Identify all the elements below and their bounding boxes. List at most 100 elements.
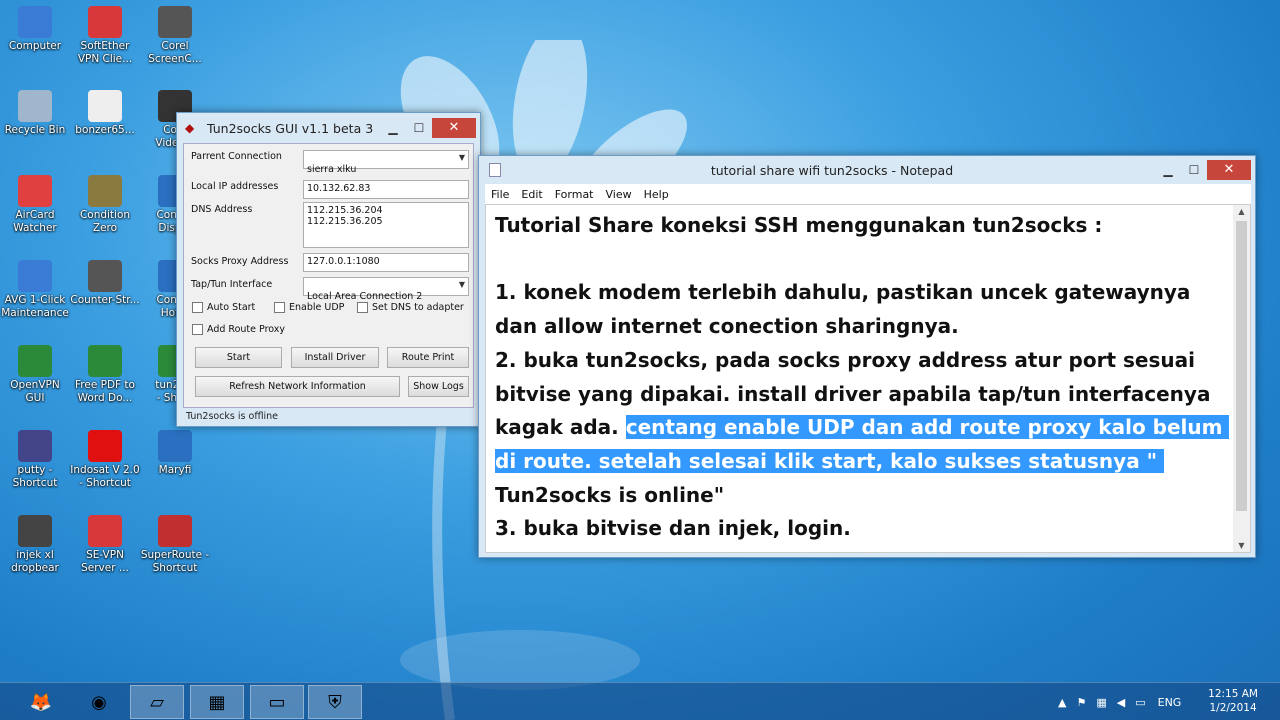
- notepad-icon[interactable]: ▱: [130, 685, 184, 719]
- video-editor-icon[interactable]: ▦: [190, 685, 244, 719]
- show-logs-button[interactable]: Show Logs: [408, 376, 469, 397]
- firefox-icon[interactable]: 🦊: [14, 685, 68, 719]
- minimize-button[interactable]: ▁: [1155, 160, 1181, 180]
- desktop-icon-label: SE-VPN Server ...: [81, 549, 129, 574]
- desktop-icon[interactable]: OpenVPN GUI: [0, 345, 70, 405]
- flag-icon[interactable]: ⚑: [1076, 696, 1086, 709]
- desktop-icon[interactable]: Free PDF to Word Do...: [70, 345, 140, 405]
- close-button[interactable]: ✕: [432, 118, 476, 138]
- desktop-icon-label: injek xl dropbear: [11, 549, 59, 574]
- close-button[interactable]: ✕: [1207, 160, 1251, 180]
- scroll-down-icon[interactable]: ▼: [1233, 541, 1250, 550]
- desktop-icon-label: OpenVPN GUI: [10, 379, 60, 404]
- desktop-icon[interactable]: Condition Zero: [70, 175, 140, 235]
- desktop-icon[interactable]: bonzer65...: [70, 90, 140, 137]
- menu-edit[interactable]: Edit: [515, 188, 548, 201]
- set-dns-checkbox[interactable]: Set DNS to adapter: [357, 302, 464, 313]
- text-unselected-end: Tun2socks is online" 3. buka bitvise dan…: [495, 482, 851, 541]
- desktop-icon-label: Maryfi: [158, 464, 192, 476]
- refresh-network-button[interactable]: Refresh Network Information: [195, 376, 400, 397]
- desktop-icon[interactable]: SuperRoute - Shortcut: [140, 515, 210, 575]
- menu-format[interactable]: Format: [549, 188, 600, 201]
- network-icon[interactable]: ▦: [1096, 696, 1106, 709]
- checkbox-box[interactable]: [357, 302, 368, 313]
- desktop-icon[interactable]: Computer: [0, 6, 70, 53]
- desktop-icon[interactable]: SoftEther VPN Clie...: [70, 6, 140, 66]
- desktop-icon-label: SuperRoute - Shortcut: [140, 549, 210, 574]
- battery-icon[interactable]: ▭: [1135, 696, 1145, 709]
- chrome-icon[interactable]: ◉: [72, 685, 126, 719]
- checkbox-box[interactable]: [192, 302, 203, 313]
- menu-file[interactable]: File: [485, 188, 515, 201]
- notepad-editor[interactable]: Tutorial Share koneksi SSH menggunakan t…: [485, 204, 1251, 553]
- route-print-button[interactable]: Route Print: [387, 347, 469, 368]
- parent-connection-select[interactable]: sierra xlku ▼: [303, 150, 469, 175]
- dns-field[interactable]: 112.215.36.204 112.215.36.205: [303, 202, 469, 248]
- taskbar: 🦊 ◉ ▱ ▦ ▭ ⛨ ▲ ⚑ ▦ ◀ ▭ ENG 12:15 AM 1/2/2014: [0, 682, 1280, 720]
- desktop-icon[interactable]: injek xl dropbear: [0, 515, 70, 575]
- game-icon: [88, 175, 122, 207]
- add-route-label: Add Route Proxy: [207, 324, 286, 335]
- notepad-titlebar[interactable]: tutorial share wifi tun2socks - Notepad …: [479, 156, 1255, 184]
- tap-tun-label: Tap/Tun Interface: [191, 279, 273, 290]
- indosat-icon: [88, 430, 122, 462]
- desktop-icon[interactable]: Corel ScreenC...: [140, 6, 210, 66]
- socks-proxy-field[interactable]: 127.0.0.1:1080: [303, 253, 469, 272]
- minimize-button[interactable]: ▁: [380, 118, 406, 138]
- tun2socks-window: ◆ Tun2socks GUI v1.1 beta 3 ▁ ☐ ✕ Parren…: [176, 112, 481, 427]
- maximize-button[interactable]: ☐: [406, 118, 432, 138]
- clock-date: 1/2/2014: [1209, 702, 1257, 714]
- editor-text[interactable]: Tutorial Share koneksi SSH menggunakan t…: [495, 209, 1230, 546]
- notepad-title: tutorial share wifi tun2socks - Notepad: [710, 162, 954, 178]
- auto-start-checkbox[interactable]: Auto Start: [192, 302, 255, 313]
- scroll-up-icon[interactable]: ▲: [1233, 207, 1250, 216]
- openvpn-icon: [18, 345, 52, 377]
- parent-connection-label: Parrent Connection: [191, 151, 282, 162]
- enable-udp-checkbox[interactable]: Enable UDP: [274, 302, 344, 313]
- desktop-icon-label: SoftEther VPN Clie...: [77, 40, 133, 65]
- desktop-icon[interactable]: Maryfi: [140, 430, 210, 477]
- enable-udp-label: Enable UDP: [289, 302, 345, 313]
- desktop-icon[interactable]: AirCard Watcher: [0, 175, 70, 235]
- show-hidden-icon[interactable]: ▲: [1058, 696, 1066, 709]
- desktop-icon[interactable]: AVG 1-Click Maintenance: [0, 260, 70, 320]
- clock[interactable]: 12:15 AM 1/2/2014: [1208, 687, 1258, 715]
- parent-connection-value: sierra xlku: [307, 164, 357, 175]
- desktop-icon[interactable]: SE-VPN Server ...: [70, 515, 140, 575]
- vertical-scrollbar[interactable]: ▲ ▼: [1233, 205, 1250, 552]
- shield-icon[interactable]: ⛨: [308, 685, 362, 719]
- desktop-icon[interactable]: Counter-Str...: [70, 260, 140, 307]
- system-tray: ▲ ⚑ ▦ ◀ ▭ ENG: [1058, 683, 1181, 720]
- volume-icon[interactable]: ◀: [1117, 696, 1125, 709]
- app-shield-icon: ◆: [185, 121, 195, 135]
- maximize-button[interactable]: ☐: [1181, 160, 1207, 180]
- desktop-icon-label: Computer: [8, 40, 62, 52]
- chevron-down-icon: ▼: [458, 280, 465, 289]
- language-indicator[interactable]: ENG: [1158, 696, 1182, 709]
- notepad-icon: [489, 163, 501, 177]
- tap-tun-value: Local Area Connection 2: [307, 291, 423, 302]
- desktop-icon[interactable]: Recycle Bin: [0, 90, 70, 137]
- add-route-checkbox[interactable]: Add Route Proxy: [192, 324, 285, 335]
- desktop-icon-label: Free PDF to Word Do...: [75, 379, 135, 404]
- desktop-icon[interactable]: putty - Shortcut: [0, 430, 70, 490]
- tun2socks-client-area: Parrent Connection sierra xlku ▼ Local I…: [183, 143, 474, 408]
- checkbox-box[interactable]: [192, 324, 203, 335]
- desktop-icon[interactable]: Indosat V 2.0 - Shortcut: [70, 430, 140, 490]
- window-title: Tun2socks GUI v1.1 beta 3: [207, 120, 374, 136]
- menu-help[interactable]: Help: [638, 188, 675, 201]
- putty-icon: [18, 430, 52, 462]
- status-bar: Tun2socks is offline: [186, 411, 279, 422]
- checkbox-box[interactable]: [274, 302, 285, 313]
- tun2socks-titlebar[interactable]: ◆ Tun2socks GUI v1.1 beta 3 ▁ ☐ ✕: [177, 113, 480, 143]
- local-ip-field[interactable]: 10.132.62.83: [303, 180, 469, 199]
- scroll-thumb[interactable]: [1236, 221, 1247, 511]
- install-driver-button[interactable]: Install Driver: [291, 347, 379, 368]
- notepad-menubar: File Edit Format View Help: [485, 184, 1251, 204]
- remote-desktop-icon[interactable]: ▭: [250, 685, 304, 719]
- tap-tun-select[interactable]: Local Area Connection 2 ▼: [303, 277, 469, 302]
- start-button[interactable]: Start: [195, 347, 282, 368]
- desktop-icon-label: Condition Zero: [79, 209, 131, 234]
- clock-time: 12:15 AM: [1208, 688, 1258, 700]
- menu-view[interactable]: View: [600, 188, 638, 201]
